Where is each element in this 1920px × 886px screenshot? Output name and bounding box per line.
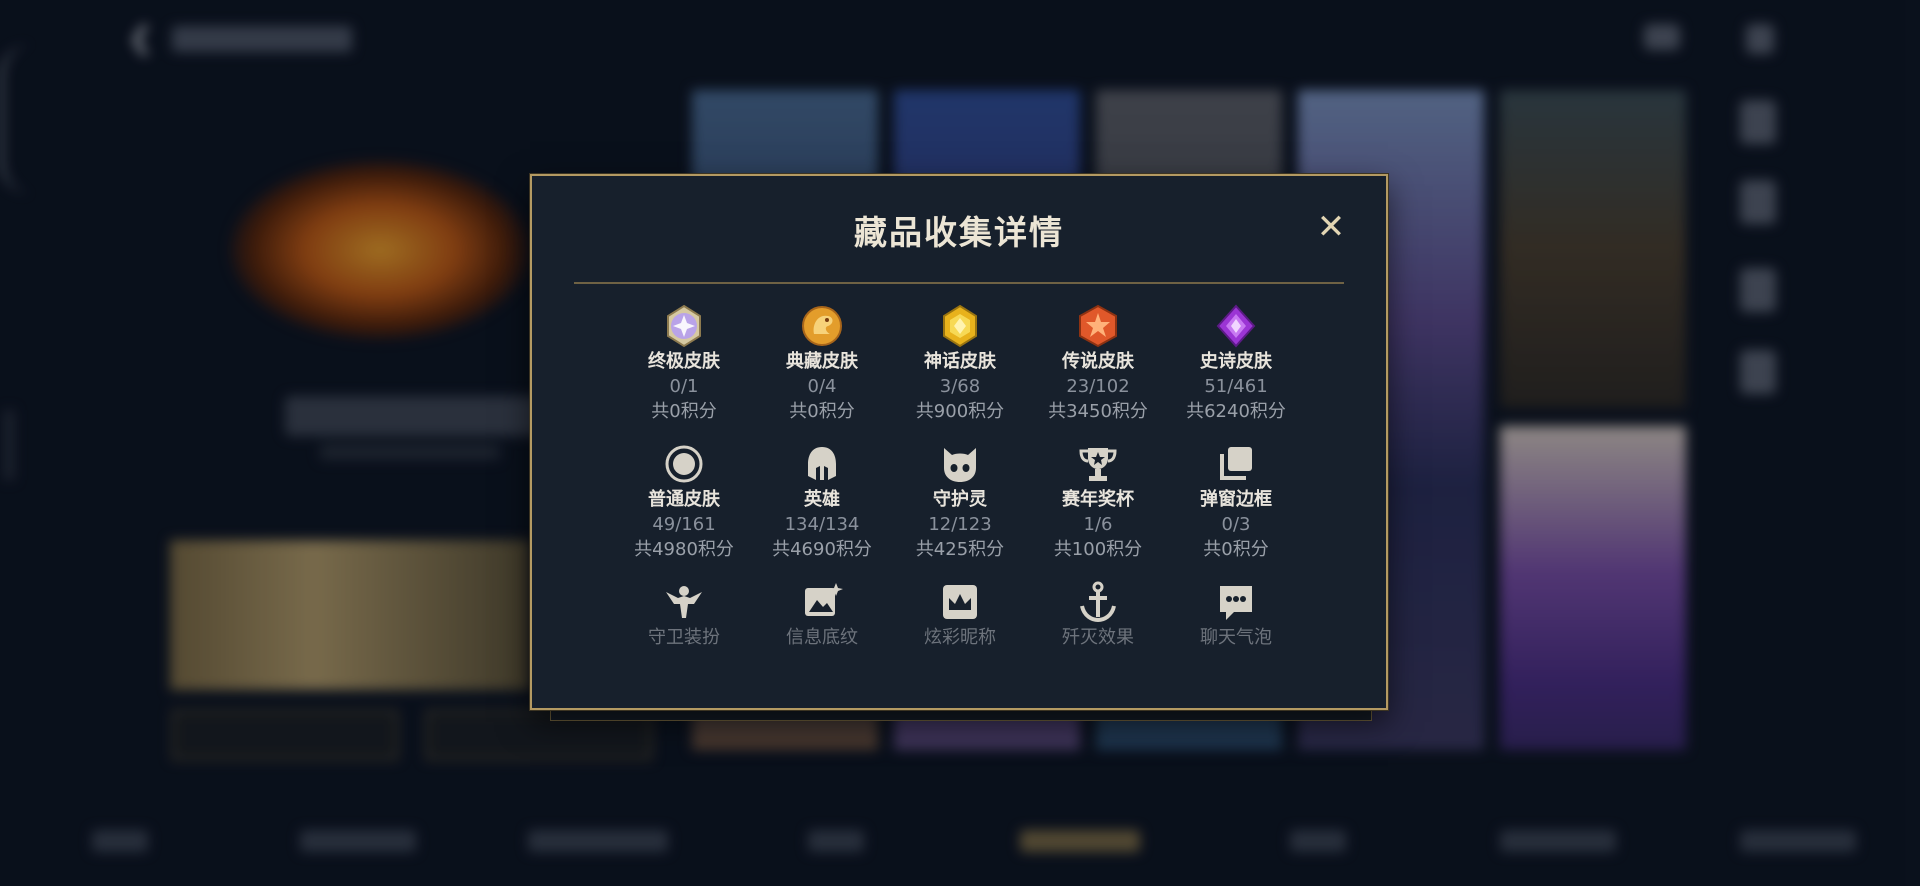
- category-points: 共100积分: [1053, 539, 1143, 560]
- category-points: 共900积分: [915, 401, 1005, 422]
- category-count: 23/102: [1066, 376, 1130, 397]
- chat-bubble-icon: [1220, 586, 1252, 620]
- collection-skin-icon: [802, 306, 842, 346]
- category-name: 赛年奖杯: [1062, 489, 1134, 510]
- category-points: 共4690积分: [772, 539, 872, 560]
- category-epic-skin[interactable]: 史诗皮肤 51/461 共6240积分: [1167, 304, 1305, 442]
- category-colorful-nickname[interactable]: 炫彩昵称: [891, 580, 1029, 718]
- category-legendary-skin[interactable]: 传说皮肤 23/102 共3450积分: [1029, 304, 1167, 442]
- category-name: 普通皮肤: [648, 489, 720, 510]
- category-count: 49/161: [652, 514, 716, 535]
- category-chat-bubble[interactable]: 聊天气泡: [1167, 580, 1305, 718]
- ultimate-skin-icon: [667, 304, 701, 348]
- category-count: 3/68: [939, 376, 981, 397]
- category-count: 51/461: [1204, 376, 1268, 397]
- category-name: 守卫装扮: [648, 627, 720, 648]
- collection-details-dialog: 藏品收集详情 ✕ 终极皮肤 0/1 共0积分 典藏皮肤 0/4 共0积分 神话皮…: [530, 174, 1388, 710]
- category-name: 史诗皮肤: [1200, 351, 1272, 372]
- category-ultimate-skin[interactable]: 终极皮肤 0/1 共0积分: [615, 304, 753, 442]
- epic-skin-icon: [1216, 304, 1256, 348]
- category-guard-outfit[interactable]: 守卫装扮: [615, 580, 753, 718]
- category-name: 信息底纹: [786, 627, 858, 648]
- category-name: 神话皮肤: [924, 351, 996, 372]
- legendary-skin-icon: [1079, 304, 1117, 348]
- popup-frame-icon: [1220, 447, 1252, 480]
- category-name: 守护灵: [933, 489, 987, 510]
- category-points: 共0积分: [651, 401, 717, 422]
- trophy-icon: [1079, 448, 1117, 481]
- category-guardian-spirit[interactable]: 守护灵 12/123 共425积分: [891, 442, 1029, 580]
- category-points: 共0积分: [789, 401, 855, 422]
- mythic-skin-icon: [943, 304, 977, 348]
- category-collection-skin[interactable]: 典藏皮肤 0/4 共0积分: [753, 304, 891, 442]
- category-mythic-skin[interactable]: 神话皮肤 3/68 共900积分: [891, 304, 1029, 442]
- category-points: 共0积分: [1203, 539, 1269, 560]
- category-count: 134/134: [784, 514, 860, 535]
- dialog-title: 藏品收集详情: [854, 213, 1064, 252]
- category-points: 共425积分: [915, 539, 1005, 560]
- category-points: 共6240积分: [1186, 401, 1286, 422]
- category-name: 炫彩昵称: [924, 627, 996, 648]
- category-info-background[interactable]: 信息底纹: [753, 580, 891, 718]
- normal-skin-icon: [665, 445, 703, 483]
- category-name: 弹窗边框: [1200, 489, 1272, 510]
- category-name: 聊天气泡: [1200, 627, 1272, 648]
- annihilation-effect-icon: [1080, 581, 1116, 623]
- category-count: 0/3: [1221, 514, 1251, 535]
- category-name: 英雄: [804, 489, 840, 510]
- info-background-icon: [805, 583, 843, 616]
- close-icon[interactable]: ✕: [1314, 210, 1348, 244]
- category-count: 0/1: [669, 376, 699, 397]
- guard-outfit-icon: [666, 586, 702, 618]
- category-season-trophy[interactable]: 赛年奖杯 1/6 共100积分: [1029, 442, 1167, 580]
- colorful-nickname-icon: [943, 585, 977, 619]
- category-name: 终极皮肤: [648, 351, 720, 372]
- category-hero[interactable]: 英雄 134/134 共4690积分: [753, 442, 891, 580]
- category-name: 传说皮肤: [1062, 351, 1134, 372]
- hero-helmet-icon: [808, 447, 836, 480]
- guardian-spirit-icon: [944, 448, 976, 482]
- category-name: 典藏皮肤: [786, 351, 858, 372]
- category-count: 12/123: [928, 514, 992, 535]
- collection-grid: 终极皮肤 0/1 共0积分 典藏皮肤 0/4 共0积分 神话皮肤 3/68 共9…: [615, 304, 1305, 718]
- category-count: 0/4: [807, 376, 837, 397]
- title-divider: [574, 282, 1344, 284]
- category-points: 共3450积分: [1048, 401, 1148, 422]
- category-normal-skin[interactable]: 普通皮肤 49/161 共4980积分: [615, 442, 753, 580]
- category-points: 共4980积分: [634, 539, 734, 560]
- category-annihilation-effect[interactable]: 歼灭效果: [1029, 580, 1167, 718]
- category-count: 1/6: [1083, 514, 1113, 535]
- category-popup-frame[interactable]: 弹窗边框 0/3 共0积分: [1167, 442, 1305, 580]
- category-name: 歼灭效果: [1062, 627, 1134, 648]
